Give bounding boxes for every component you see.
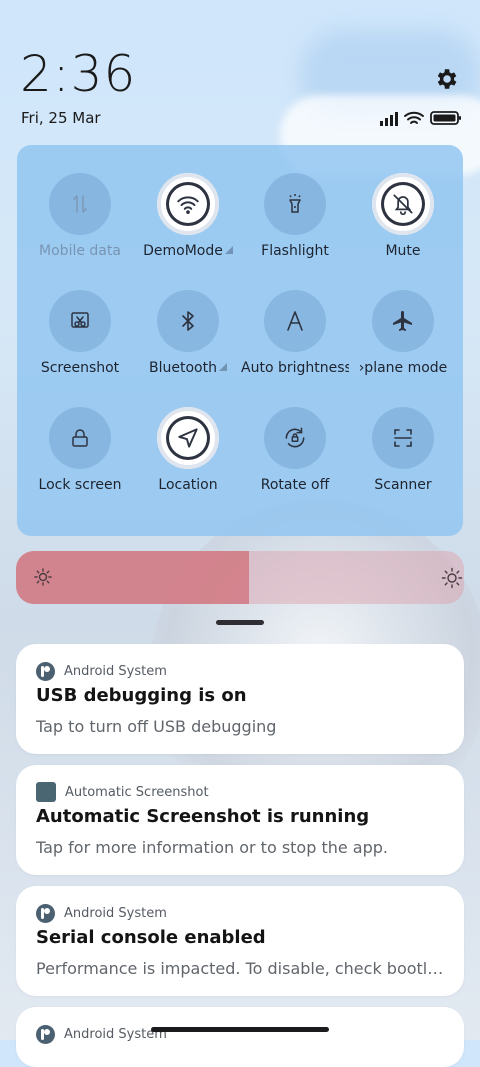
lock-icon <box>68 426 92 450</box>
tile-label: Mobile data <box>39 243 121 259</box>
quick-settings-panel: Mobile data DemoMode Flashlight Mute Screens… <box>17 145 463 675</box>
tile-label: Bluetooth <box>149 360 217 376</box>
tile-label: Scanner <box>374 477 432 493</box>
tile-button[interactable] <box>157 290 219 352</box>
notification-app-row: Automatic Screenshot <box>36 782 209 802</box>
mobile-data-icon <box>68 192 92 216</box>
clock: 2:36 <box>20 45 137 103</box>
wifi-icon <box>175 191 201 217</box>
notification-title: Serial console enabled <box>36 927 266 948</box>
tile-scanner[interactable]: Scanner <box>349 407 457 507</box>
flashlight-icon <box>283 192 307 216</box>
tile-button[interactable] <box>372 407 434 469</box>
tile-label: DemoMode <box>143 243 223 259</box>
automatic-screenshot-icon <box>36 782 56 802</box>
tile-label: Auto brightness <box>241 360 349 376</box>
tile-flashlight[interactable]: Flashlight <box>241 173 349 273</box>
auto-brightness-icon <box>283 309 307 333</box>
date: Fri, 25 Mar <box>21 109 101 127</box>
notification-card[interactable]: Android System USB debugging is on Tap t… <box>16 644 464 754</box>
battery-icon <box>430 111 461 125</box>
notification-text: Performance is impacted. To disable, che… <box>36 959 446 978</box>
brightness-high-icon <box>441 567 463 589</box>
airplane-icon <box>391 309 415 333</box>
tile-label: Mute <box>385 243 421 259</box>
tile-label: Lock screen <box>38 477 122 493</box>
notification-app-row: Android System <box>36 661 167 681</box>
tile-mute[interactable]: Mute <box>349 173 457 273</box>
tile-label: Screenshot <box>40 360 120 376</box>
drag-handle[interactable] <box>216 620 264 625</box>
notification-card[interactable]: Automatic Screenshot Automatic Screensho… <box>16 765 464 875</box>
status-icons <box>380 111 461 126</box>
location-icon <box>175 425 201 451</box>
tile-button[interactable] <box>264 290 326 352</box>
scanner-icon <box>391 426 415 450</box>
tile-auto-brightness[interactable]: Auto brightness <box>241 290 349 390</box>
tile-lock-screen[interactable]: Lock screen <box>26 407 134 507</box>
tile-mobile-data[interactable]: Mobile data <box>26 173 134 273</box>
tile-button[interactable] <box>264 173 326 235</box>
android-system-icon <box>36 903 55 923</box>
bluetooth-icon <box>176 309 200 333</box>
tile-rotate-off[interactable]: Rotate off <box>241 407 349 507</box>
expand-indicator-icon <box>218 363 227 371</box>
wifi-icon <box>404 111 424 124</box>
tile-label: Location <box>158 477 218 493</box>
gear-icon[interactable] <box>433 66 459 92</box>
tile-location[interactable]: Location <box>134 407 242 507</box>
brightness-slider[interactable] <box>16 551 464 604</box>
tile-button[interactable] <box>49 290 111 352</box>
notification-text: Tap to turn off USB debugging <box>36 717 277 736</box>
tile-label: Rotate off <box>260 477 330 493</box>
rotate-lock-icon <box>282 425 308 451</box>
tile-screenshot[interactable]: Screenshot <box>26 290 134 390</box>
android-system-icon <box>36 1024 55 1044</box>
tile-demomode[interactable]: DemoMode <box>134 173 242 273</box>
notification-text: Tap for more information or to stop the … <box>36 838 389 857</box>
notification-app-name: Android System <box>64 905 167 921</box>
notification-app-row: Android System <box>36 1024 167 1044</box>
tile-button[interactable] <box>264 407 326 469</box>
brightness-low-icon <box>34 568 52 586</box>
notification-title: Automatic Screenshot is running <box>36 806 370 827</box>
tile-button[interactable] <box>157 173 219 235</box>
signal-icon <box>380 112 398 126</box>
tile-plane-mode[interactable]: ›plane mode <box>349 290 457 390</box>
notification-card[interactable]: Android System <box>16 1007 464 1067</box>
notification-app-row: Android System <box>36 903 167 923</box>
tile-label: Flashlight <box>261 243 329 259</box>
screenshot-icon <box>68 309 92 333</box>
navigation-bar[interactable] <box>151 1027 329 1032</box>
tile-button[interactable] <box>49 407 111 469</box>
notification-app-name: Android System <box>64 663 167 679</box>
bell-off-icon <box>390 191 416 217</box>
tile-button[interactable] <box>49 173 111 235</box>
notification-card[interactable]: Android System Serial console enabled Pe… <box>16 886 464 996</box>
tile-button[interactable] <box>157 407 219 469</box>
tile-bluetooth[interactable]: Bluetooth <box>134 290 242 390</box>
tile-button[interactable] <box>372 290 434 352</box>
tile-label: ›plane mode <box>358 360 448 376</box>
notification-title: USB debugging is on <box>36 685 247 706</box>
notification-app-name: Automatic Screenshot <box>65 784 209 800</box>
android-system-icon <box>36 661 55 681</box>
tile-button[interactable] <box>372 173 434 235</box>
expand-indicator-icon <box>224 246 233 254</box>
